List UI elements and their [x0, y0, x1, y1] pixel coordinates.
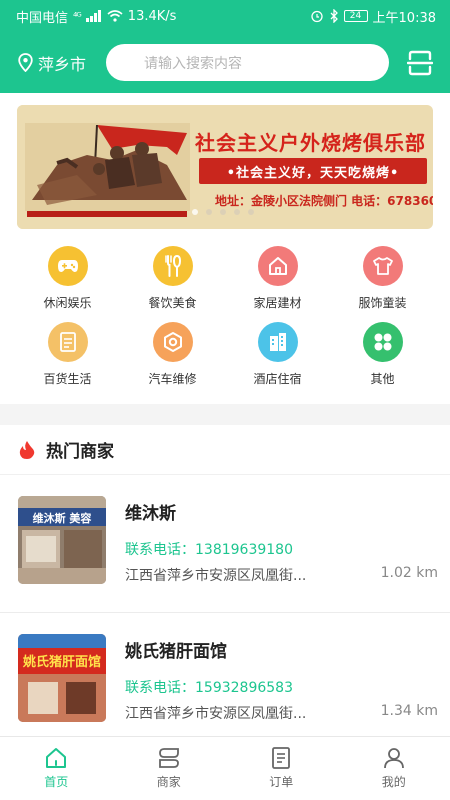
- banner-title: 社会主义户外烧烤俱乐部: [195, 131, 426, 155]
- category-other[interactable]: 其他: [330, 322, 435, 389]
- category-label: 餐饮美食: [148, 296, 197, 310]
- category-label: 百货生活: [43, 372, 92, 386]
- category-label: 其他: [370, 372, 395, 386]
- home-tab-icon: [46, 748, 67, 768]
- shop-sign-text: 姚氏猪肝面馆: [22, 654, 101, 670]
- status-bar: 中国电信 ⁴ᴳ 13.4K/s 24 上午10:38: [0, 0, 450, 32]
- shop-sign-text: 维沐斯 美容: [33, 511, 92, 525]
- tab-label: 我的: [381, 775, 406, 789]
- shop-card[interactable]: 姚氏猪肝面馆 姚氏猪肝面馆 联系电话：15932896583 江西省萍乡市安源区…: [0, 613, 450, 751]
- grid-icon: [362, 322, 403, 362]
- category-leisure[interactable]: 休闲娱乐: [15, 246, 120, 313]
- battery-icon: 24: [343, 10, 368, 22]
- wifi-icon: [107, 10, 123, 22]
- shop-distance: 1.02 km: [380, 565, 438, 581]
- section-divider: [0, 404, 450, 425]
- tab-home[interactable]: 首页: [0, 737, 113, 800]
- carrier-label: 中国电信: [16, 10, 69, 26]
- banner-pagination: [192, 209, 254, 215]
- propaganda-artwork: [17, 105, 192, 229]
- shop-address: 江西省萍乡市安源区凤凰街...: [125, 706, 307, 722]
- category-clothing[interactable]: 服饰童装: [330, 246, 435, 313]
- shop-distance: 1.34 km: [380, 703, 438, 719]
- section-title: 热门商家: [46, 442, 114, 462]
- gamepad-icon: [47, 246, 88, 286]
- hexagon-nut-icon: [152, 322, 193, 362]
- search-placeholder: 请输入搜索内容: [144, 55, 242, 72]
- signal-icon: ⁴ᴳ: [73, 9, 82, 23]
- category-car-repair[interactable]: 汽车维修: [120, 322, 225, 389]
- category-label: 酒店住宿: [253, 372, 302, 386]
- category-label: 休闲娱乐: [43, 296, 92, 310]
- city-selector[interactable]: 萍乡市: [18, 51, 106, 75]
- search-input[interactable]: 请输入搜索内容: [106, 44, 389, 81]
- order-tab-icon: [272, 747, 291, 769]
- top-bar: 萍乡市 请输入搜索内容: [0, 32, 450, 93]
- banner-dot[interactable]: [192, 209, 198, 215]
- building-icon: [257, 322, 298, 362]
- scan-icon[interactable]: [407, 50, 433, 76]
- tab-label: 订单: [269, 775, 294, 789]
- hot-shops-header: 热门商家: [0, 425, 450, 475]
- shop-name: 姚氏猪肝面馆: [125, 642, 227, 662]
- banner-slogan-text: •社会主义好，天天吃烧烤•: [226, 165, 400, 181]
- shop-address: 江西省萍乡市安源区凤凰街...: [125, 568, 307, 584]
- banner-dot[interactable]: [206, 209, 212, 215]
- tab-orders[interactable]: 订单: [225, 737, 338, 800]
- clock: 上午10:38: [372, 10, 436, 26]
- category-hotel[interactable]: 酒店住宿: [225, 322, 330, 389]
- shop-thumbnail: 维沐斯 美容: [18, 496, 106, 584]
- city-name: 萍乡市: [38, 54, 87, 74]
- shop-thumbnail: 姚氏猪肝面馆: [18, 634, 106, 722]
- banner-slogan: •社会主义好，天天吃烧烤•: [199, 158, 427, 184]
- clothes-icon: [362, 246, 403, 286]
- document-icon: [47, 322, 88, 362]
- category-label: 服饰童装: [358, 296, 407, 310]
- home-icon: [257, 246, 298, 286]
- shop-phone[interactable]: 联系电话：13819639180: [125, 539, 293, 559]
- battery-level: 24: [349, 11, 362, 21]
- shop-name: 维沐斯: [125, 504, 176, 524]
- category-home-building[interactable]: 家居建材: [225, 246, 330, 313]
- category-grid: 休闲娱乐 餐饮美食 家居建材 服饰童装 百货生活 汽车维修 酒店住宿 其他: [15, 246, 435, 389]
- tab-shops[interactable]: 商家: [113, 737, 226, 800]
- alarm-icon: [310, 10, 323, 23]
- banner-dot[interactable]: [220, 209, 226, 215]
- tab-profile[interactable]: 我的: [338, 737, 450, 800]
- tab-label: 商家: [156, 775, 181, 789]
- category-food[interactable]: 餐饮美食: [120, 246, 225, 313]
- shop-phone[interactable]: 联系电话：15932896583: [125, 677, 293, 697]
- network-speed: 13.4K/s: [127, 8, 177, 24]
- category-label: 家居建材: [253, 296, 302, 310]
- utensils-icon: [152, 246, 193, 286]
- banner-dot[interactable]: [234, 209, 240, 215]
- banner-dot[interactable]: [248, 209, 254, 215]
- bluetooth-icon: [330, 9, 338, 23]
- tab-label: 首页: [44, 775, 69, 789]
- shop-card[interactable]: 维沐斯 美容 维沐斯 联系电话：13819639180 江西省萍乡市安源区凤凰街…: [0, 475, 450, 613]
- signal-bars-icon: [85, 10, 101, 22]
- category-general-store[interactable]: 百货生活: [15, 322, 120, 389]
- shop-tab-icon: [158, 748, 179, 768]
- category-label: 汽车维修: [148, 372, 197, 386]
- location-pin-icon: [18, 53, 33, 72]
- user-tab-icon: [383, 748, 404, 769]
- shop-list: 维沐斯 美容 维沐斯 联系电话：13819639180 江西省萍乡市安源区凤凰街…: [0, 475, 450, 751]
- fire-icon: [19, 440, 35, 459]
- app-header: 中国电信 ⁴ᴳ 13.4K/s 24 上午10:38 萍乡市 请输入搜索内容: [0, 0, 450, 93]
- bottom-tab-bar: 首页 商家 订单 我的: [0, 736, 450, 800]
- banner-info: 地址：金陵小区法院侧门 电话：6783603: [215, 194, 433, 208]
